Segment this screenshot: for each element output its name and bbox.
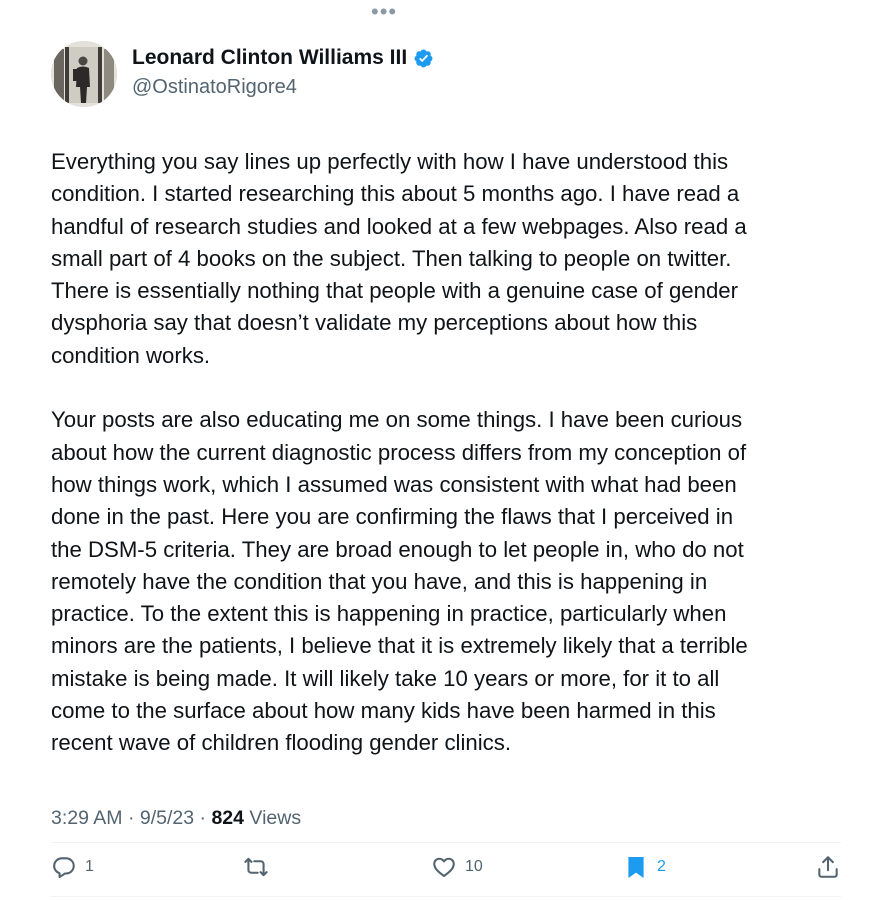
tweet-line: dysphoria say that doesn’t validate my p… [51, 310, 698, 336]
tweet-line: recent wave of children flooding gender … [51, 730, 512, 756]
bookmark-icon [628, 857, 644, 879]
repost-button[interactable] [243, 852, 269, 882]
tweet-text: Everything you say lines up perfectly wi… [51, 146, 851, 760]
tweet-line: practice. To the extent this is happenin… [51, 601, 727, 627]
tweet-line: done in the past. Here you are confirmin… [51, 504, 734, 530]
tweet-line: condition works. [51, 342, 211, 368]
repost-icon [244, 857, 268, 877]
heart-icon [433, 857, 455, 878]
tweet-paragraph-1: Everything you say lines up perfectly wi… [51, 146, 851, 372]
tweet-line: how things work, which I assumed was con… [51, 471, 737, 497]
views-count: 824 [211, 807, 244, 829]
meta-separator: · [127, 807, 140, 829]
bookmark-button[interactable]: 2 [623, 852, 666, 882]
author-handle[interactable]: @OstinatoRigore4 [132, 76, 297, 99]
tweet-line: Everything you say lines up perfectly wi… [51, 149, 729, 174]
verified-badge-icon [414, 49, 433, 67]
divider [51, 842, 841, 843]
tweet-date[interactable]: 9/5/23 [140, 807, 194, 829]
like-count: 10 [465, 858, 483, 875]
tweet-line: come to the surface about how many kids … [51, 698, 716, 724]
tweet-line: remotely have the condition that you hav… [51, 568, 708, 594]
bookmark-count: 2 [657, 858, 666, 875]
share-icon [818, 856, 838, 878]
tweet-line: about how the current diagnostic process… [51, 439, 747, 465]
reply-count: 1 [85, 858, 94, 875]
tweet-line: handful of research studies and looked a… [51, 213, 747, 239]
meta-separator: · [199, 807, 212, 829]
author-name-text: Leonard Clinton Williams III [132, 46, 408, 69]
tweet-line: mistake is being made. It will likely ta… [51, 665, 720, 691]
tweet-line: small part of 4 books on the subject. Th… [51, 245, 732, 271]
tweet-paragraph-2: Your posts are also educating me on some… [51, 404, 851, 759]
share-button[interactable] [815, 852, 841, 882]
more-options-icon[interactable]: ••• [371, 1, 397, 23]
tweet-line: Your posts are also educating me on some… [51, 407, 743, 433]
tweet-line: condition. I started researching this ab… [51, 181, 740, 207]
reply-icon [53, 857, 75, 879]
views-label-text: Views [249, 807, 302, 829]
tweet-meta: 3:29 AM · 9/5/23 · 824 Views [51, 807, 301, 830]
author-name[interactable]: Leonard Clinton Williams III [132, 46, 434, 70]
tweet-line: minors are the patients, I believe that … [51, 633, 748, 659]
tweet-line: the DSM-5 criteria. They are broad enoug… [51, 536, 744, 562]
reply-button[interactable]: 1 [51, 852, 94, 882]
tweet-time[interactable]: 3:29 AM [51, 807, 123, 829]
avatar-photo [51, 41, 117, 107]
like-button[interactable]: 10 [431, 852, 483, 882]
tweet-line: There is essentially nothing that people… [51, 278, 739, 304]
avatar[interactable] [51, 41, 117, 107]
divider [51, 896, 841, 897]
